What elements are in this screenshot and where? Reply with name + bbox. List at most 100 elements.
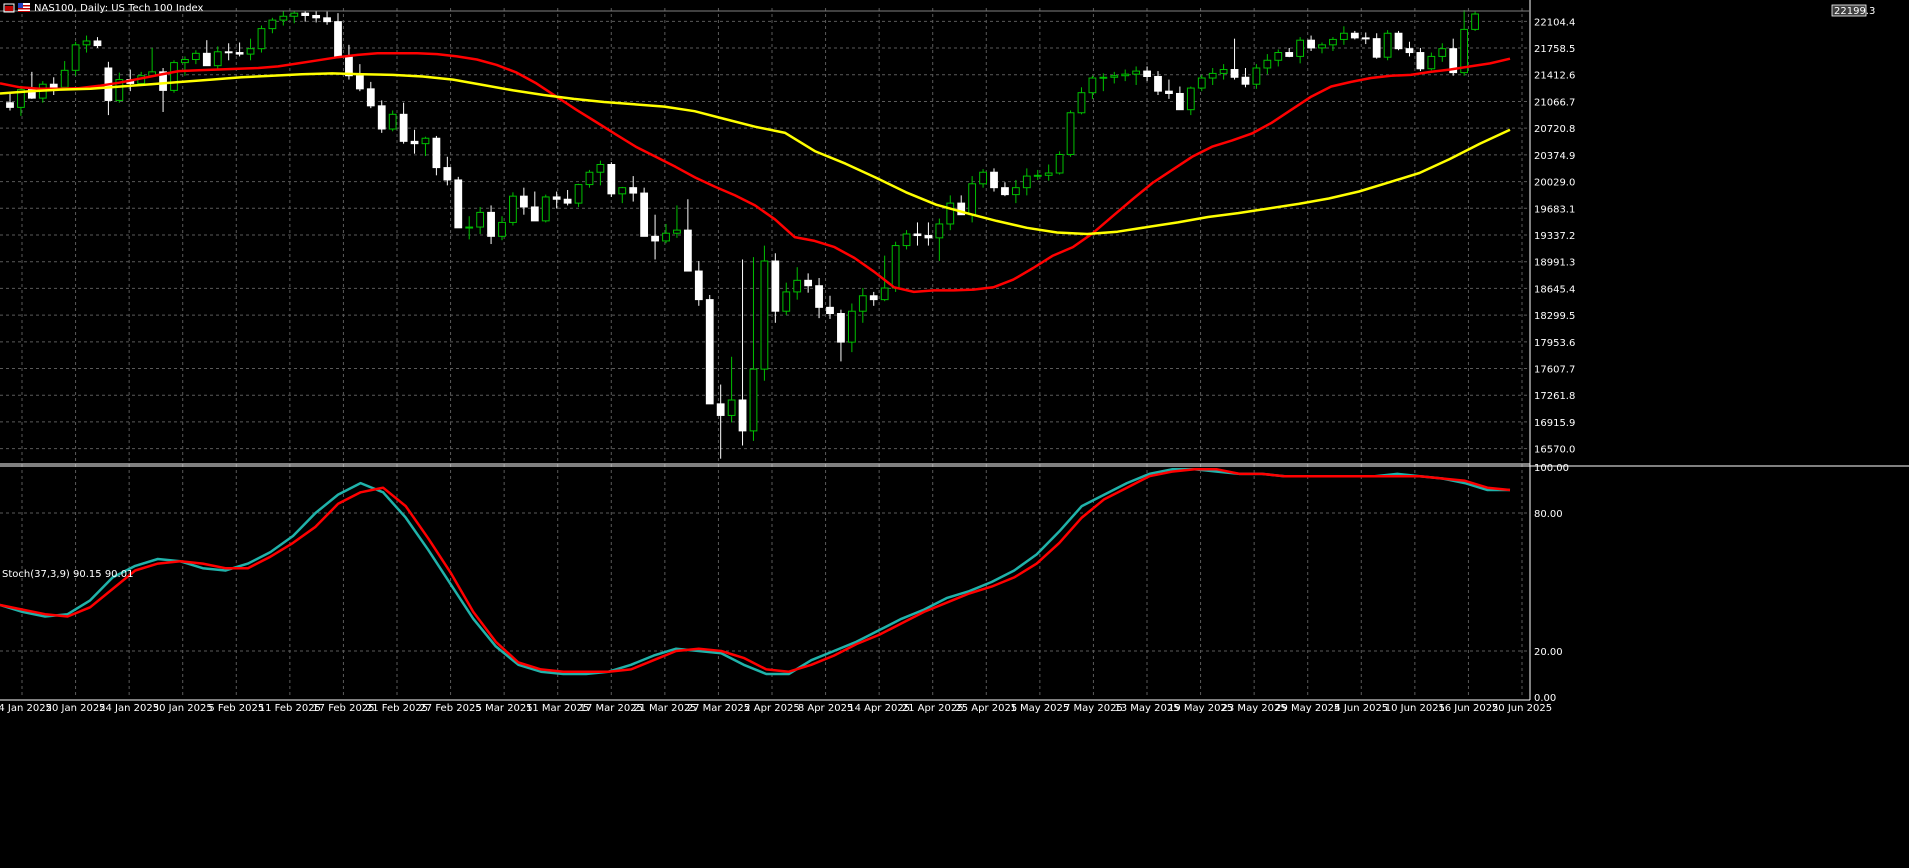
candle-body[interactable]: [804, 279, 813, 287]
candle-body[interactable]: [1438, 48, 1447, 57]
candle-body[interactable]: [1088, 77, 1097, 94]
candle-body[interactable]: [1274, 52, 1283, 61]
candle-body[interactable]: [301, 12, 310, 16]
candle-body[interactable]: [498, 221, 506, 237]
candle-body[interactable]: [727, 399, 736, 416]
candle-body[interactable]: [1175, 92, 1184, 111]
candle-body[interactable]: [1143, 70, 1151, 77]
candle-body[interactable]: [651, 235, 659, 242]
candle-body[interactable]: [837, 313, 845, 343]
candle-body[interactable]: [1055, 153, 1064, 174]
candle-body[interactable]: [1208, 72, 1217, 79]
candle-body[interactable]: [421, 137, 430, 145]
candle-body[interactable]: [1405, 48, 1414, 54]
candle-body[interactable]: [869, 295, 878, 301]
candle-body[interactable]: [257, 28, 266, 50]
candle-body[interactable]: [629, 187, 638, 194]
candle-body[interactable]: [1427, 55, 1436, 70]
candle-body[interactable]: [323, 17, 331, 23]
candle-body[interactable]: [1372, 38, 1381, 58]
candle-body[interactable]: [1230, 69, 1239, 78]
candle-body[interactable]: [1383, 32, 1392, 58]
candle-body[interactable]: [279, 15, 288, 21]
candle-body[interactable]: [902, 233, 911, 247]
candle-body[interactable]: [705, 299, 714, 405]
candle-body[interactable]: [93, 40, 102, 47]
candle-body[interactable]: [202, 52, 211, 67]
candle-body[interactable]: [1339, 32, 1348, 40]
candle-body[interactable]: [585, 171, 594, 186]
candle-body[interactable]: [213, 51, 222, 67]
candle-body[interactable]: [1394, 32, 1403, 50]
candle-body[interactable]: [1011, 187, 1020, 196]
candle-body[interactable]: [268, 19, 277, 30]
candle-body[interactable]: [891, 245, 900, 289]
candle-body[interactable]: [607, 164, 616, 195]
candle-body[interactable]: [1077, 92, 1086, 114]
candle-body[interactable]: [946, 202, 955, 225]
candle-body[interactable]: [1165, 90, 1173, 94]
candle-body[interactable]: [618, 187, 627, 195]
candle-body[interactable]: [771, 260, 780, 312]
candle-body[interactable]: [1219, 69, 1228, 74]
candle-body[interactable]: [1307, 39, 1315, 49]
candle-body[interactable]: [694, 270, 703, 301]
candle-body[interactable]: [1099, 76, 1108, 79]
candle-body[interactable]: [574, 184, 583, 204]
candle-body[interactable]: [596, 164, 605, 173]
candle-body[interactable]: [640, 192, 649, 237]
candle-body[interactable]: [979, 171, 987, 185]
candle-body[interactable]: [334, 21, 342, 58]
candle-body[interactable]: [826, 306, 834, 315]
candle-body[interactable]: [1252, 67, 1261, 85]
candle-body[interactable]: [760, 260, 769, 370]
candle-body[interactable]: [1121, 73, 1130, 77]
candle-body[interactable]: [82, 40, 91, 46]
candle-body[interactable]: [1361, 37, 1370, 40]
candle-body[interactable]: [990, 171, 998, 189]
candle-body[interactable]: [1044, 172, 1053, 176]
candle-body[interactable]: [1186, 87, 1195, 111]
candle-body[interactable]: [71, 44, 80, 71]
candle-body[interactable]: [1318, 44, 1326, 49]
candle-body[interactable]: [1033, 174, 1042, 177]
candle-body[interactable]: [432, 137, 441, 169]
candle-body[interactable]: [880, 287, 889, 301]
candle-body[interactable]: [170, 62, 178, 91]
candle-body[interactable]: [1132, 70, 1141, 75]
candle-body[interactable]: [1110, 75, 1119, 78]
candle-body[interactable]: [191, 52, 200, 60]
candle-body[interactable]: [410, 140, 419, 145]
candle-body[interactable]: [312, 14, 321, 19]
candle-body[interactable]: [181, 58, 189, 64]
candle-body[interactable]: [815, 285, 823, 308]
candle-body[interactable]: [454, 179, 463, 229]
candle-body[interactable]: [476, 211, 485, 228]
candle-body[interactable]: [1350, 32, 1359, 39]
candle-body[interactable]: [913, 233, 922, 237]
candle-body[interactable]: [509, 195, 517, 223]
candle-body[interactable]: [519, 195, 528, 208]
candle-body[interactable]: [1263, 59, 1272, 69]
candle-body[interactable]: [738, 399, 747, 432]
candle-body[interactable]: [968, 183, 977, 216]
candle-body[interactable]: [6, 102, 14, 108]
candle-body[interactable]: [60, 69, 69, 88]
candle-body[interactable]: [552, 196, 561, 200]
candle-body[interactable]: [749, 368, 758, 432]
candle-body[interactable]: [1416, 52, 1425, 70]
candle-body[interactable]: [1066, 112, 1075, 155]
candle-body[interactable]: [1241, 76, 1250, 85]
candle-body[interactable]: [399, 113, 408, 142]
candle-body[interactable]: [530, 206, 539, 222]
candle-body[interactable]: [847, 310, 856, 343]
candle-body[interactable]: [224, 51, 233, 54]
candle-body[interactable]: [246, 48, 255, 55]
candle-body[interactable]: [1471, 13, 1479, 30]
candle-body[interactable]: [683, 229, 692, 272]
candle-body[interactable]: [935, 223, 944, 239]
candle-body[interactable]: [443, 167, 452, 181]
candle-body[interactable]: [662, 232, 670, 242]
candle-body[interactable]: [290, 12, 299, 17]
candle-body[interactable]: [716, 403, 725, 416]
